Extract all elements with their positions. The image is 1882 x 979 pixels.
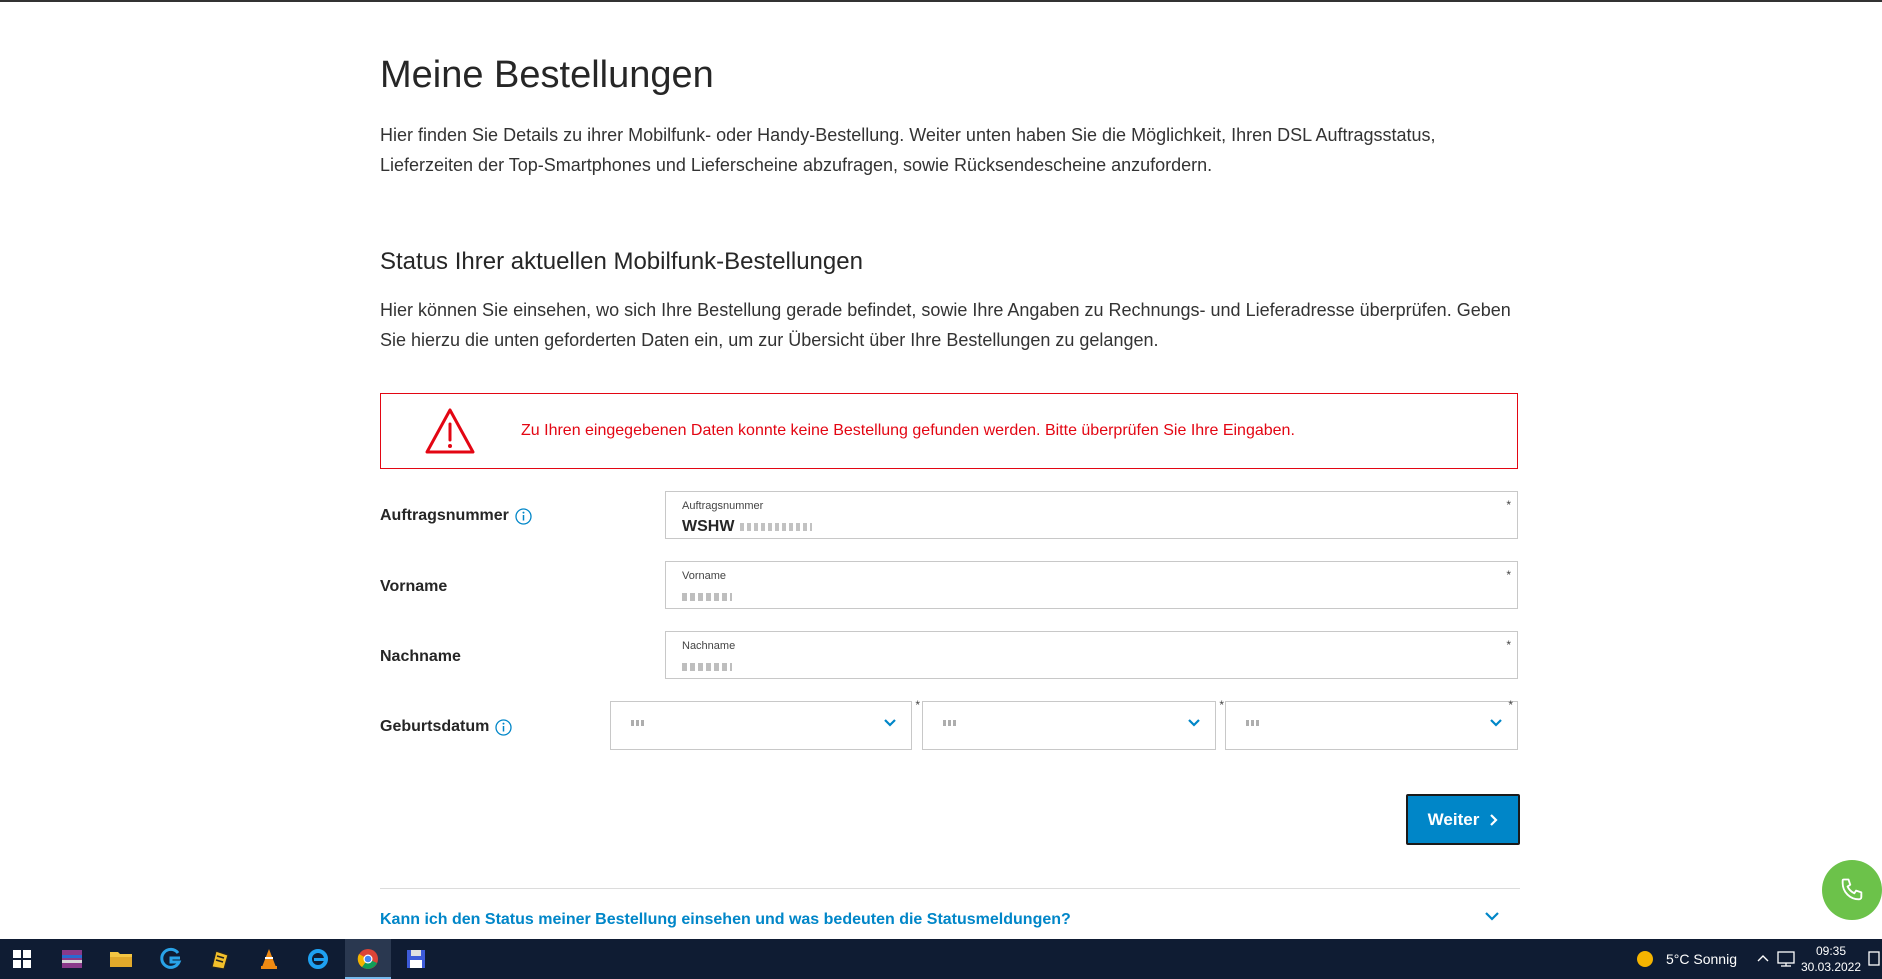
birth-month-value [943,720,957,726]
order-number-input[interactable]: Auftragsnummer WSHW * [665,491,1518,539]
phone-icon [1841,878,1863,901]
last-name-field-label: Nachname [682,640,736,652]
page-intro: Hier finden Sie Details zu ihrer Mobilfu… [380,125,1436,175]
last-name-row-label: Nachname [380,648,461,666]
order-number-field-label: Auftragsnummer [682,500,764,512]
save-disk-icon[interactable] [402,945,430,973]
order-number-value: WSHW [682,518,813,536]
chevron-down-icon[interactable] [1484,910,1500,922]
last-name-label: Nachname [380,648,461,665]
weiter-button[interactable]: Weiter [1406,794,1520,845]
phone-call-button[interactable] [1822,860,1882,920]
weiter-label: Weiter [1427,809,1480,829]
order-number-prefix: WSHW [682,518,735,535]
info-icon[interactable] [515,507,532,525]
page-title: Meine Bestellungen [380,54,714,96]
chevron-right-icon [1490,813,1498,826]
last-name-input[interactable]: Nachname * [665,631,1518,679]
redacted-text [682,662,732,671]
windows-start-icon[interactable] [8,945,36,973]
file-explorer-icon[interactable] [107,945,135,973]
faq-question-link[interactable]: Kann ich den Status meiner Bestellung ei… [380,911,1071,929]
network-icon[interactable] [1776,950,1796,968]
required-marker: * [915,698,920,712]
last-name-value [682,658,732,676]
window-top-border [0,0,1882,2]
first-name-row-label: Vorname [380,578,447,596]
section-text: Hier können Sie einsehen, wo sich Ihre B… [380,300,1511,350]
clock-time: 09:35 [1815,944,1847,958]
notes-app-icon[interactable] [206,945,234,973]
first-name-field-label: Vorname [682,570,727,582]
required-marker: * [1508,698,1513,712]
info-icon[interactable] [495,718,512,736]
redacted-text [740,522,813,531]
chrome-icon[interactable] [354,945,382,973]
logitech-g-icon[interactable] [157,945,185,973]
archive-app-icon[interactable] [58,945,86,973]
weather-text[interactable]: 5°C Sonnig [1666,951,1737,967]
notifications-icon[interactable] [1868,951,1880,967]
os-taskbar: 5°C Sonnig 09:35 30.03.2022 [0,939,1882,979]
birthdate-row-label: Geburtsdatum [380,718,512,736]
birth-month-select[interactable]: * [922,698,1224,750]
internet-explorer-icon[interactable] [304,945,332,973]
error-alert: Zu Ihren eingegebenen Daten konnte keine… [380,393,1518,469]
chevron-down-icon [1490,719,1502,727]
taskbar-clock[interactable]: 09:35 30.03.2022 [1796,943,1866,975]
warning-icon [425,408,475,454]
redacted-text [682,592,732,601]
required-marker: * [1506,638,1511,652]
birth-day-select[interactable]: * [610,698,920,750]
required-marker: * [1219,698,1224,712]
order-number-label: Auftragsnummer [380,507,509,524]
section-title: Status Ihrer aktuellen Mobilfunk-Bestell… [380,248,863,275]
first-name-label: Vorname [380,578,448,595]
birth-year-select[interactable]: * [1225,698,1518,750]
clock-date: 30.03.2022 [1800,960,1862,974]
first-name-value [682,588,732,606]
chevron-down-icon [884,719,896,727]
first-name-input[interactable]: Vorname * [665,561,1518,609]
alert-message: Zu Ihren eingegebenen Daten konnte keine… [521,422,1295,439]
required-marker: * [1506,498,1511,512]
required-marker: * [1506,568,1511,582]
chevron-up-icon[interactable] [1756,953,1770,963]
birth-year-value [1246,720,1260,726]
vlc-icon[interactable] [255,945,283,973]
faq-divider [380,888,1520,889]
chevron-down-icon [1188,719,1200,727]
order-number-row-label: Auftragsnummer [380,507,532,525]
birthdate-label: Geburtsdatum [380,718,490,735]
birth-day-value [631,720,645,726]
sun-weather-icon [1637,951,1653,967]
